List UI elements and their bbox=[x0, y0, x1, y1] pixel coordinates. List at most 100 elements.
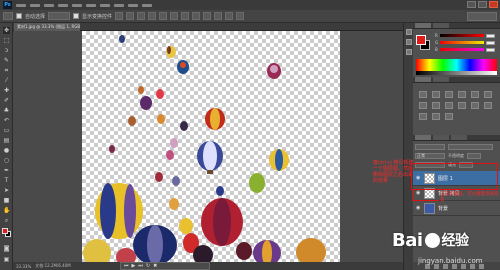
align-middle-icon[interactable] bbox=[126, 12, 135, 20]
zoom-readout[interactable]: 33.33% bbox=[16, 264, 31, 269]
menu-item[interactable] bbox=[100, 3, 110, 7]
zoom-tool-icon[interactable]: ⌕ bbox=[3, 217, 10, 224]
blue-slider[interactable]: B bbox=[435, 47, 497, 52]
gradient-tool-icon[interactable]: ▤ bbox=[3, 137, 10, 144]
3d-mode-icon[interactable] bbox=[225, 12, 234, 20]
path-selection-tool-icon[interactable]: ➤ bbox=[3, 187, 10, 194]
visibility-eye-icon[interactable]: ◉ bbox=[416, 205, 421, 211]
exposure-icon[interactable] bbox=[458, 91, 466, 98]
layer-row[interactable]: ◉ 背景 bbox=[413, 201, 500, 216]
lasso-tool-icon[interactable]: ↄ bbox=[3, 47, 10, 54]
3d-mode-icon[interactable] bbox=[214, 12, 223, 20]
posterize-icon[interactable] bbox=[419, 113, 427, 120]
foreground-color-swatch[interactable] bbox=[2, 228, 8, 234]
blur-tool-icon[interactable]: ● bbox=[3, 147, 10, 154]
maximize-button[interactable] bbox=[478, 1, 487, 8]
brightness-icon[interactable] bbox=[419, 91, 427, 98]
auto-select-dropdown[interactable] bbox=[48, 12, 71, 20]
menu-item[interactable] bbox=[142, 3, 152, 7]
brush-tool-icon[interactable]: ✐ bbox=[3, 97, 10, 104]
delete-icon[interactable]: ✖ bbox=[153, 263, 157, 269]
next-frame-icon[interactable]: ⏭ bbox=[138, 263, 143, 269]
menu-item[interactable] bbox=[114, 3, 124, 7]
history-panel-icon[interactable] bbox=[406, 29, 412, 35]
screen-mode-icon[interactable]: ▣ bbox=[3, 256, 10, 263]
eyedropper-tool-icon[interactable]: ⁄ bbox=[3, 77, 10, 84]
panel-foreground-swatch[interactable] bbox=[416, 35, 426, 45]
auto-select-checkbox[interactable] bbox=[16, 13, 22, 19]
distribute-icon[interactable] bbox=[181, 12, 190, 20]
invert-icon[interactable] bbox=[484, 102, 492, 109]
type-tool-icon[interactable]: T bbox=[3, 177, 10, 184]
menu-item[interactable] bbox=[16, 3, 26, 7]
shape-tool-icon[interactable]: ■ bbox=[3, 197, 10, 204]
info-panel-icon[interactable] bbox=[406, 49, 412, 55]
align-right-icon[interactable] bbox=[170, 12, 179, 20]
curves-icon[interactable] bbox=[445, 91, 453, 98]
align-bottom-icon[interactable] bbox=[137, 12, 146, 20]
tab-channels[interactable] bbox=[433, 135, 449, 140]
threshold-icon[interactable] bbox=[432, 113, 440, 120]
vibrance-icon[interactable] bbox=[471, 91, 479, 98]
play-icon[interactable]: ▶ bbox=[132, 263, 136, 269]
quick-select-tool-icon[interactable]: ✎ bbox=[3, 57, 10, 64]
dodge-tool-icon[interactable]: ○ bbox=[3, 157, 10, 164]
document-canvas[interactable] bbox=[82, 31, 340, 262]
menu-item[interactable] bbox=[58, 3, 68, 7]
color-lookup-icon[interactable] bbox=[471, 102, 479, 109]
minimize-button[interactable] bbox=[467, 1, 476, 8]
loop-icon[interactable]: ↻ bbox=[146, 263, 150, 269]
gradient-map-icon[interactable] bbox=[445, 113, 453, 120]
layer-filter-icons[interactable] bbox=[448, 143, 493, 150]
tab-color[interactable] bbox=[415, 23, 431, 28]
history-brush-tool-icon[interactable]: ↶ bbox=[3, 117, 10, 124]
hue-saturation-icon[interactable] bbox=[484, 91, 492, 98]
eraser-tool-icon[interactable]: ▭ bbox=[3, 127, 10, 134]
black-white-icon[interactable] bbox=[432, 102, 440, 109]
tab-swatches[interactable] bbox=[433, 23, 449, 28]
photo-filter-icon[interactable] bbox=[445, 102, 453, 109]
move-tool-preset[interactable] bbox=[3, 12, 13, 20]
distribute-icon[interactable] bbox=[192, 12, 201, 20]
hand-tool-icon[interactable]: ✋ bbox=[3, 207, 10, 214]
grayscale-ramp[interactable] bbox=[416, 71, 497, 75]
tab-layers[interactable] bbox=[415, 135, 431, 140]
properties-panel-icon[interactable] bbox=[406, 39, 412, 45]
quick-mask-icon[interactable]: ◙ bbox=[3, 245, 10, 252]
menu-item[interactable] bbox=[72, 3, 82, 7]
color-balance-icon[interactable] bbox=[419, 102, 427, 109]
document-tab[interactable]: 素材1.jpg @ 33.3% (图层 1, RGB/8) bbox=[14, 23, 80, 31]
visibility-eye-icon[interactable]: ◉ bbox=[416, 190, 421, 196]
green-slider[interactable]: G bbox=[435, 40, 497, 45]
align-left-icon[interactable] bbox=[148, 12, 157, 20]
tab-styles[interactable] bbox=[433, 77, 449, 82]
clone-stamp-tool-icon[interactable]: ♣ bbox=[3, 107, 10, 114]
close-button[interactable] bbox=[489, 1, 498, 8]
menu-item[interactable] bbox=[128, 3, 138, 7]
healing-brush-tool-icon[interactable]: ✚ bbox=[3, 87, 10, 94]
align-center-icon[interactable] bbox=[159, 12, 168, 20]
distribute-icon[interactable] bbox=[203, 12, 212, 20]
first-frame-icon[interactable]: ⏮ bbox=[124, 263, 129, 269]
pen-tool-icon[interactable]: ✒ bbox=[3, 167, 10, 174]
menu-item[interactable] bbox=[30, 3, 40, 7]
tab-adjustments[interactable] bbox=[415, 77, 431, 82]
color-swatches[interactable] bbox=[2, 228, 11, 237]
blend-mode-dropdown[interactable]: 正常 bbox=[415, 152, 445, 159]
tab-paths[interactable] bbox=[451, 135, 467, 140]
opacity-input[interactable] bbox=[467, 152, 481, 159]
align-top-icon[interactable] bbox=[115, 12, 124, 20]
crop-tool-icon[interactable]: ⌗ bbox=[3, 67, 10, 74]
layer-filter-dropdown[interactable] bbox=[415, 143, 445, 150]
levels-icon[interactable] bbox=[432, 91, 440, 98]
move-tool-icon[interactable]: ✥ bbox=[3, 27, 10, 34]
layer-name[interactable]: 背景 bbox=[438, 205, 448, 212]
menu-item[interactable] bbox=[44, 3, 54, 7]
color-spectrum[interactable] bbox=[416, 59, 497, 71]
menu-item[interactable] bbox=[86, 3, 96, 7]
canvas-area[interactable] bbox=[13, 31, 403, 262]
3d-mode-icon[interactable] bbox=[236, 12, 245, 20]
red-slider[interactable]: R bbox=[435, 33, 497, 38]
workspace-switcher[interactable] bbox=[467, 12, 497, 21]
transform-controls-checkbox[interactable] bbox=[73, 13, 80, 19]
